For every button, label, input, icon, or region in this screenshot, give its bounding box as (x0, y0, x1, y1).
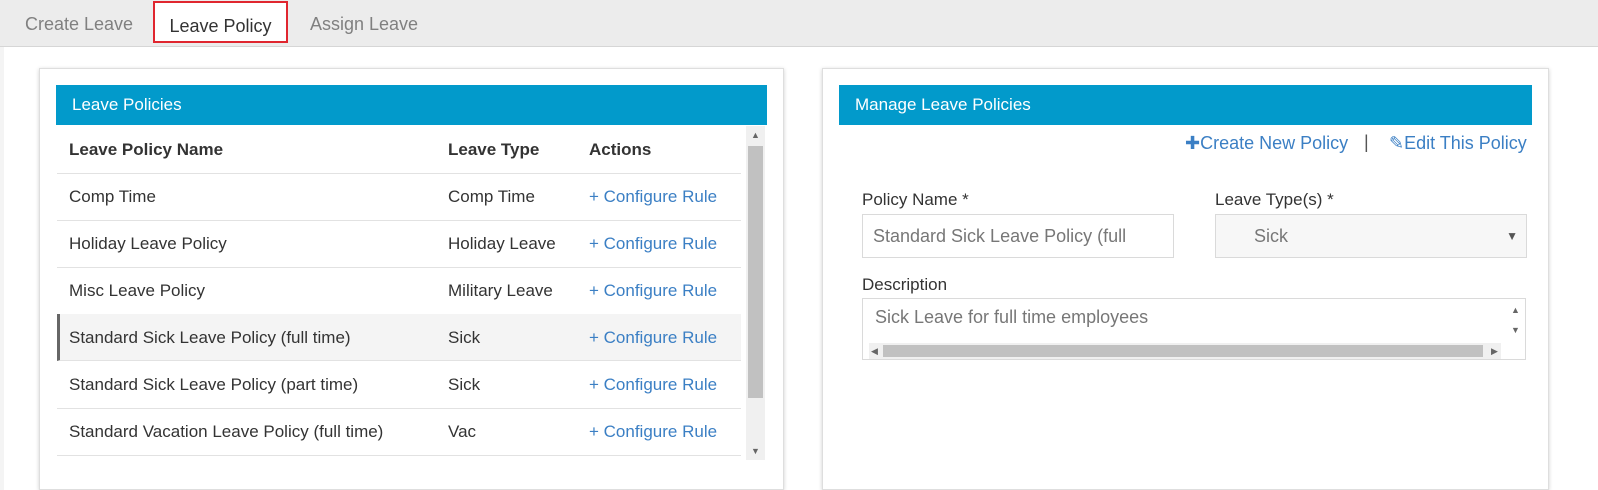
leave-policies-header: Leave Policies (56, 85, 767, 125)
leave-type-label: Leave Type(s) * (1215, 190, 1334, 209)
table-row[interactable]: Comp Time Comp Time + Configure Rule (57, 173, 741, 221)
description-text: Sick Leave for full time employees (875, 307, 1149, 327)
policy-name-cell: Standard Sick Leave Policy (full time) (69, 328, 351, 347)
tab-leave-policy[interactable]: Leave Policy (153, 1, 288, 43)
policy-name-label: Policy Name * (862, 190, 969, 209)
edit-policy-label: Edit This Policy (1404, 133, 1527, 153)
policy-name-input[interactable]: Standard Sick Leave Policy (full (862, 214, 1174, 258)
create-new-policy-link[interactable]: ✚Create New Policy (1185, 132, 1348, 154)
scrollbar-thumb[interactable] (748, 146, 763, 398)
leave-type-cell: Sick (448, 328, 481, 347)
policy-name-cell: Comp Time (69, 187, 156, 206)
table-row[interactable]: Standard Sick Leave Policy (part time) S… (57, 361, 741, 409)
plus-icon: ✚ (1185, 133, 1201, 153)
policy-name-cell: Holiday Leave Policy (69, 234, 227, 253)
table-row[interactable]: Misc Leave Policy Military Leave + Confi… (57, 267, 741, 315)
leave-type-cell: Sick (448, 375, 481, 394)
create-new-policy-label: Create New Policy (1200, 133, 1349, 153)
scroll-down-arrow-icon[interactable]: ▼ (751, 446, 760, 456)
scrollbar-thumb[interactable] (883, 345, 1483, 357)
description-label: Description (862, 275, 948, 294)
leave-type-select[interactable]: Sick ▼ (1215, 214, 1527, 258)
column-header-actions: Actions (589, 140, 652, 159)
scroll-up-arrow-icon[interactable]: ▲ (1511, 305, 1520, 315)
column-header-leave-type: Leave Type (448, 140, 540, 159)
chevron-down-icon: ▼ (1506, 229, 1518, 243)
scroll-up-arrow-icon[interactable]: ▲ (751, 130, 760, 140)
scroll-left-arrow-icon[interactable]: ◀ (871, 346, 878, 356)
configure-rule-link[interactable]: + Configure Rule (589, 314, 717, 361)
edit-policy-link[interactable]: ✎Edit This Policy (1389, 132, 1527, 154)
table-row-selected[interactable]: Standard Sick Leave Policy (full time) S… (57, 314, 741, 361)
column-header-policy-name: Leave Policy Name (69, 140, 224, 159)
leave-type-cell: Comp Time (448, 187, 535, 206)
leave-type-selected-value: Sick (1254, 226, 1289, 246)
scroll-down-arrow-icon[interactable]: ▼ (1511, 325, 1520, 335)
leave-type-cell: Vac (448, 422, 477, 441)
link-separator: | (1364, 132, 1369, 152)
scroll-right-arrow-icon[interactable]: ▶ (1491, 346, 1498, 356)
leave-policies-table: Leave Policy Name Leave Type Actions Com… (57, 126, 765, 460)
table-vertical-scrollbar[interactable]: ▲ ▼ (746, 126, 765, 460)
configure-rule-link[interactable]: + Configure Rule (589, 361, 717, 408)
tab-bar: Create Leave Leave Policy Assign Leave (0, 0, 1598, 47)
manage-leave-policies-header: Manage Leave Policies (839, 85, 1532, 125)
table-header-row: Leave Policy Name Leave Type Actions (57, 126, 741, 174)
policy-name-cell: Misc Leave Policy (69, 281, 206, 300)
policy-name-cell: Standard Vacation Leave Policy (full tim… (69, 422, 384, 441)
leave-type-cell: Military Leave (448, 281, 553, 300)
configure-rule-link[interactable]: + Configure Rule (589, 173, 717, 220)
leave-type-cell: Holiday Leave (448, 234, 556, 253)
configure-rule-link[interactable]: + Configure Rule (589, 408, 717, 455)
table-row[interactable]: Standard Vacation Leave Policy (full tim… (57, 408, 741, 456)
policy-name-cell: Standard Sick Leave Policy (part time) (69, 375, 359, 394)
tab-create-leave[interactable]: Create Leave (25, 0, 133, 46)
edit-icon: ✎ (1389, 133, 1405, 153)
configure-rule-link[interactable]: + Configure Rule (589, 220, 717, 267)
description-horizontal-scrollbar[interactable]: ◀ ▶ (869, 343, 1501, 359)
tab-assign-leave[interactable]: Assign Leave (310, 0, 418, 46)
configure-rule-link[interactable]: + Configure Rule (589, 267, 717, 314)
table-row[interactable]: Holiday Leave Policy Holiday Leave + Con… (57, 220, 741, 268)
description-textarea[interactable]: Sick Leave for full time employees ▲ ▼ ◀… (862, 298, 1526, 360)
